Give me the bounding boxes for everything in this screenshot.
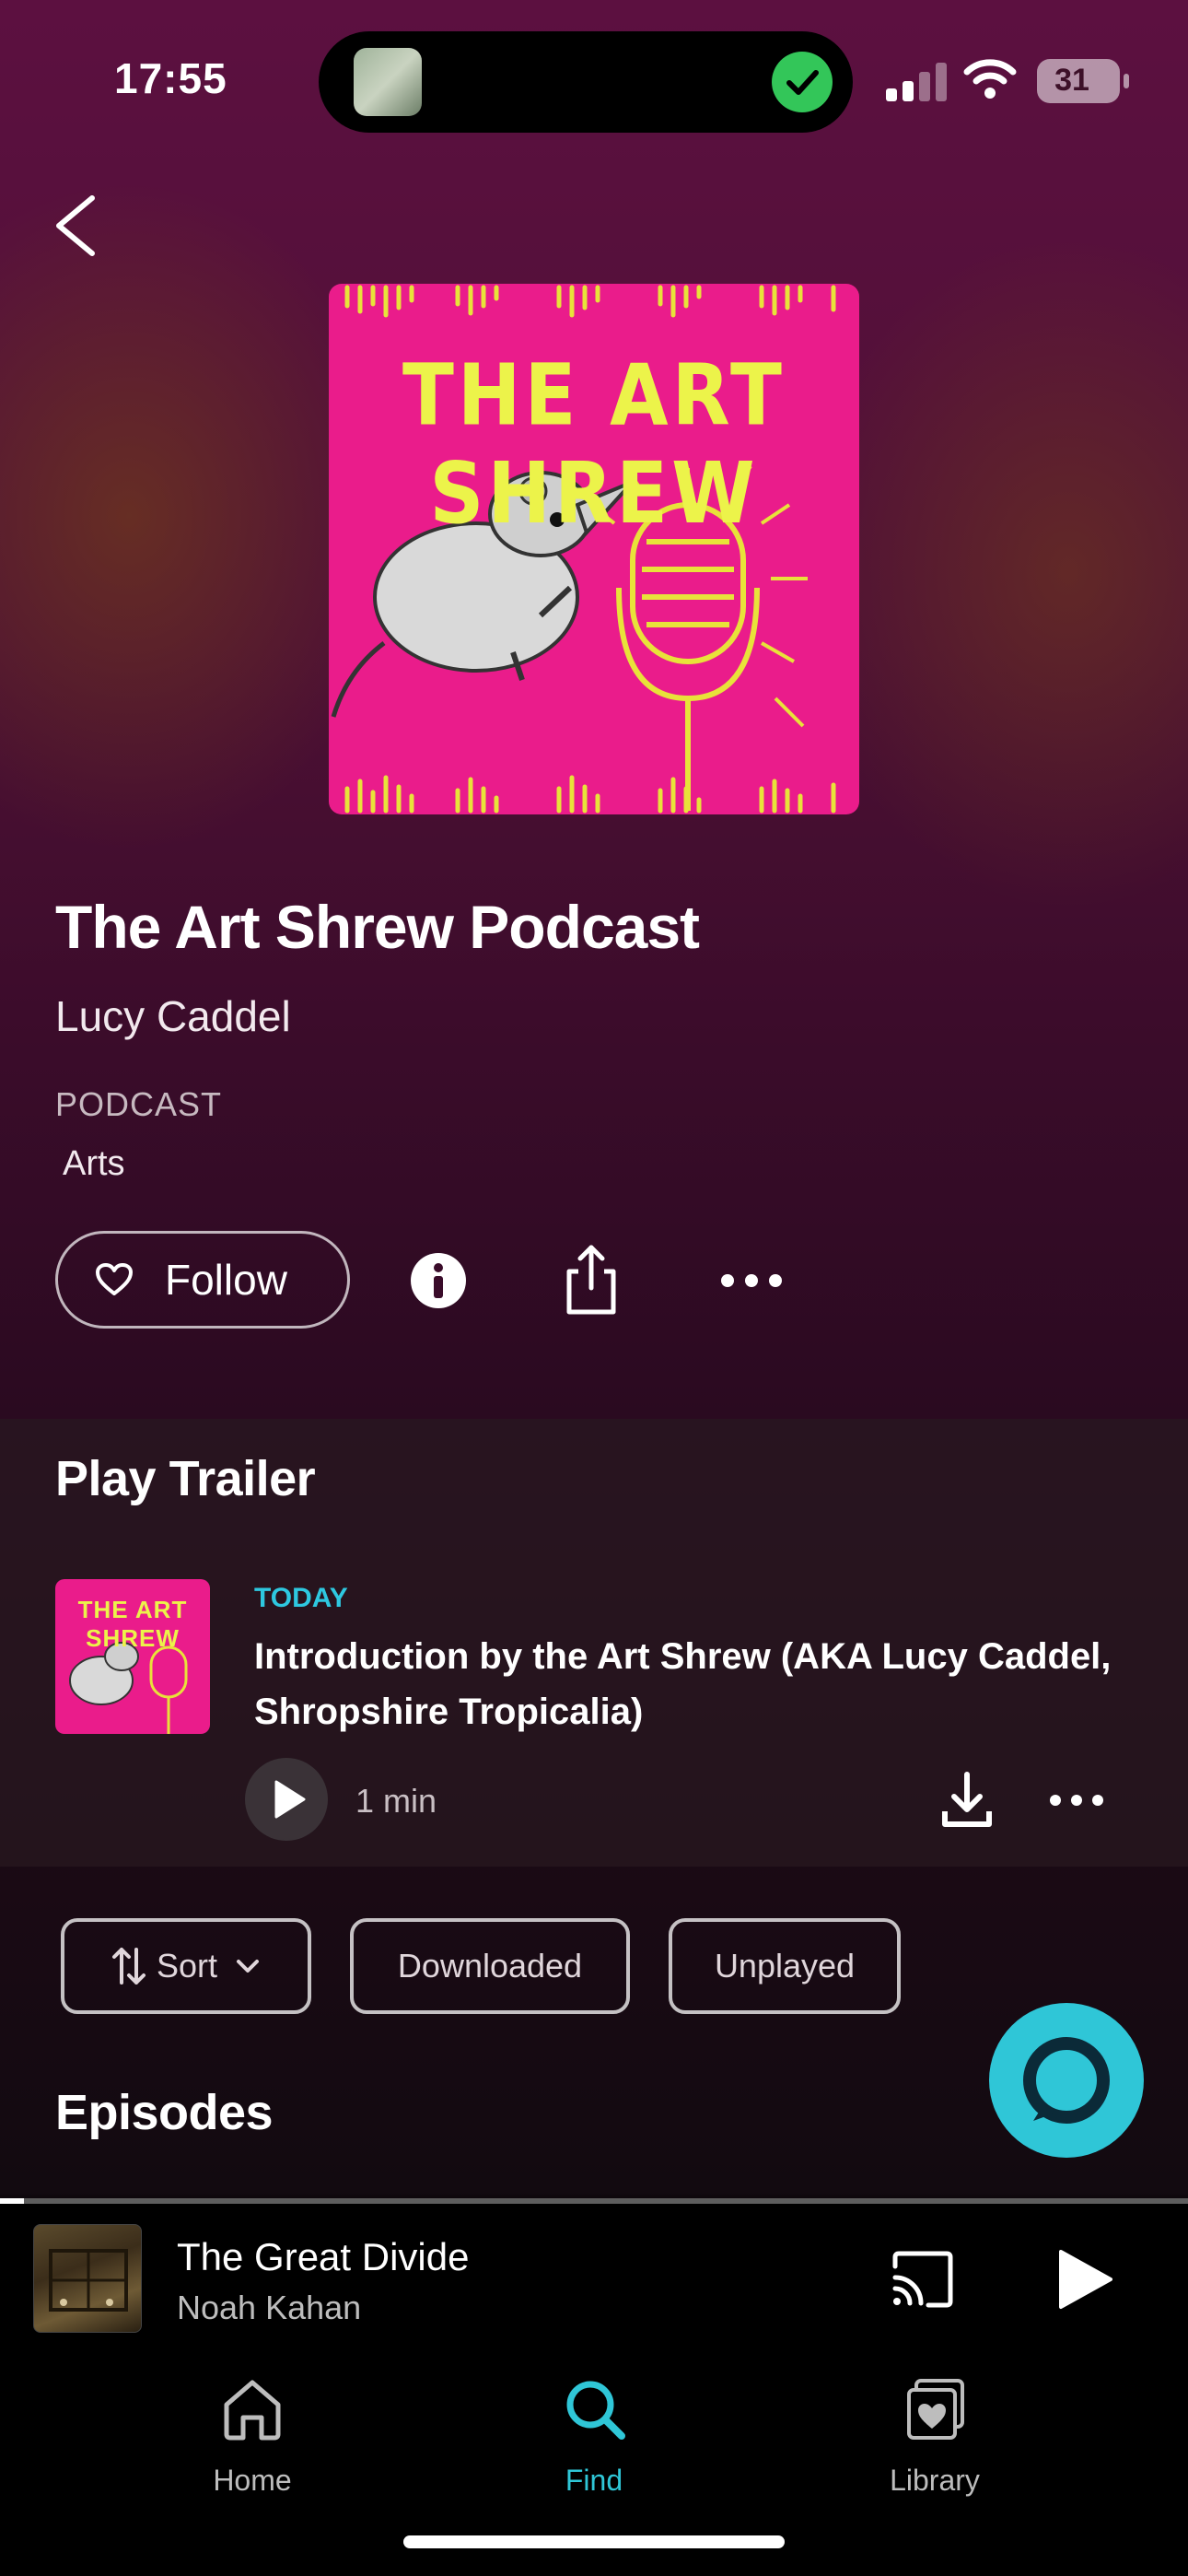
chevron-left-icon [56, 195, 95, 256]
info-button[interactable] [402, 1244, 475, 1317]
thumbnail-title: THE ART SHREW [77, 1596, 188, 1652]
artwork-decoration [49, 2249, 128, 2312]
now-playing-title: The Great Divide [177, 2235, 470, 2278]
episodes-heading: Episodes [55, 2085, 274, 2140]
sort-icon [111, 1948, 146, 1985]
follow-button[interactable]: Follow [55, 1231, 350, 1329]
trailer-heading: Play Trailer [55, 1451, 316, 1506]
tab-home[interactable]: Home [151, 2377, 354, 2515]
download-button[interactable] [938, 1769, 996, 1832]
cover-title: THE ART SHREW [402, 346, 786, 544]
downloaded-filter[interactable]: Downloaded [350, 1918, 630, 2014]
wifi-icon [963, 59, 1017, 99]
cast-icon [892, 2251, 953, 2308]
play-icon [1059, 2250, 1112, 2309]
share-icon [566, 1245, 616, 1315]
download-icon [942, 1772, 992, 1827]
episode-duration: 1 min [355, 1782, 437, 1820]
home-indicator[interactable] [403, 2535, 785, 2548]
unplayed-filter[interactable]: Unplayed [669, 1918, 901, 2014]
sort-label: Sort [156, 1947, 218, 1985]
playback-progress-track [0, 2198, 1188, 2204]
status-time: 17:55 [114, 54, 227, 102]
battery-level: 31 [1054, 63, 1089, 98]
back-button[interactable] [46, 184, 111, 267]
more-options-button[interactable] [715, 1244, 788, 1317]
tab-find-label: Find [565, 2464, 623, 2497]
home-icon [224, 2380, 281, 2441]
podcast-author[interactable]: Lucy Caddel [55, 991, 291, 1041]
checkmark-icon [772, 52, 833, 112]
tab-library-label: Library [890, 2464, 980, 2497]
now-playing-artist: Noah Kahan [177, 2289, 362, 2326]
episode-more-button[interactable] [1044, 1771, 1109, 1830]
episode-date: TODAY [254, 1583, 348, 1613]
chevron-down-icon [237, 1960, 260, 1973]
now-playing-play-button[interactable] [1046, 2242, 1120, 2316]
battery-icon: 31 [1037, 59, 1129, 103]
tab-find[interactable]: Find [493, 2377, 695, 2515]
content-type-label: PODCAST [55, 1085, 223, 1123]
trailer-thumbnail[interactable]: THE ART SHREW [55, 1579, 210, 1734]
more-horizontal-icon [1050, 1795, 1103, 1806]
more-horizontal-icon [721, 1274, 782, 1287]
tab-library[interactable]: Library [833, 2377, 1036, 2515]
genre-link[interactable]: Arts [63, 1144, 125, 1184]
heart-icon [96, 1263, 133, 1295]
tab-home-label: Home [213, 2464, 292, 2497]
sort-button[interactable]: Sort [61, 1918, 311, 2014]
follow-label: Follow [165, 1256, 287, 1304]
search-icon [566, 2381, 625, 2440]
play-icon [274, 1780, 306, 1819]
alexa-icon [1023, 2037, 1110, 2124]
podcast-cover-art: THE ART SHREW [329, 284, 859, 814]
info-icon [411, 1253, 466, 1308]
podcast-title: The Art Shrew Podcast [55, 893, 700, 961]
playback-progress-fill [0, 2198, 24, 2204]
library-icon [907, 2379, 964, 2440]
share-button[interactable] [554, 1240, 628, 1315]
episode-play-button[interactable] [245, 1758, 328, 1841]
now-playing-artwork[interactable] [33, 2224, 142, 2333]
podcast-detail-screen: 17:55 31 THE ART SHREW The Art Shrew Pod… [0, 0, 1188, 2576]
live-activity-thumbnail [354, 48, 422, 116]
dynamic-island[interactable] [319, 31, 853, 133]
cast-button[interactable] [888, 2248, 958, 2311]
alexa-button[interactable] [989, 2003, 1144, 2158]
episode-title[interactable]: Introduction by the Art Shrew (AKA Lucy … [254, 1629, 1138, 1739]
